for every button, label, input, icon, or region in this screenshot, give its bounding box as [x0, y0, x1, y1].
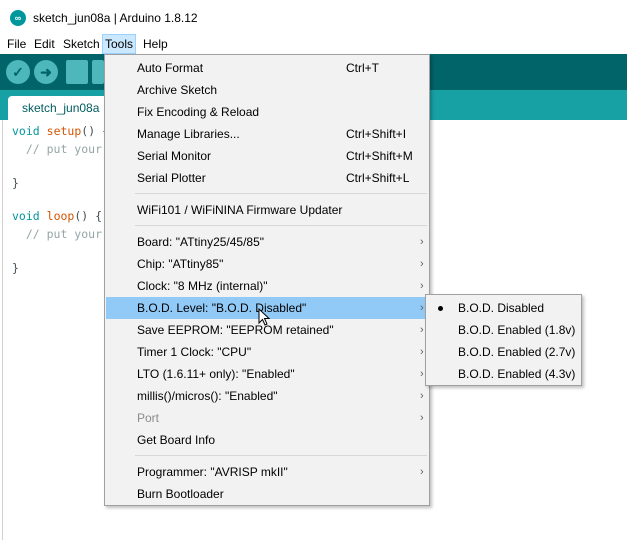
chevron-right-icon: ›: [420, 412, 424, 424]
menu-item-auto-format[interactable]: Auto Format Ctrl+T: [106, 57, 428, 79]
open-icon[interactable]: [92, 60, 104, 84]
menu-item-archive-sketch[interactable]: Archive Sketch: [106, 79, 428, 101]
new-icon[interactable]: [66, 60, 88, 84]
chevron-right-icon: ›: [420, 324, 424, 336]
menu-item-label: Serial Monitor: [137, 149, 212, 163]
code-keyword: void: [12, 209, 40, 223]
verify-icon[interactable]: ✓: [6, 60, 30, 84]
submenu-item-bod-1-8v[interactable]: B.O.D. Enabled (1.8v): [427, 319, 580, 341]
code-comment: // put your: [12, 142, 103, 156]
menu-item-shortcut: Ctrl+Shift+I: [346, 127, 407, 141]
code-function: setup: [46, 124, 82, 138]
menu-item-label: Timer 1 Clock: "CPU": [137, 345, 252, 359]
menu-item-programmer[interactable]: Programmer: "AVRISP mkII" ›: [106, 461, 428, 483]
menu-sketch[interactable]: Sketch: [61, 34, 102, 54]
menu-file[interactable]: File: [5, 34, 28, 54]
menu-item-label: Board: "ATtiny25/45/85": [137, 235, 265, 249]
submenu-item-bod-4-3v[interactable]: B.O.D. Enabled (4.3v): [427, 363, 580, 385]
chevron-right-icon: ›: [420, 390, 424, 402]
menu-item-burn-bootloader[interactable]: Burn Bootloader: [106, 483, 428, 505]
chevron-right-icon: ›: [420, 236, 424, 248]
menu-separator: [135, 193, 427, 194]
menu-item-shortcut: Ctrl+Shift+L: [346, 171, 410, 185]
upload-icon[interactable]: ➜: [34, 60, 58, 84]
submenu-item-label: B.O.D. Disabled: [458, 301, 545, 315]
mouse-cursor-icon: [258, 308, 271, 326]
menu-item-lto[interactable]: LTO (1.6.11+ only): "Enabled" ›: [106, 363, 428, 385]
submenu-item-label: B.O.D. Enabled (1.8v): [458, 323, 576, 337]
submenu-item-bod-disabled[interactable]: B.O.D. Disabled: [427, 297, 580, 319]
menu-item-label: LTO (1.6.11+ only): "Enabled": [137, 367, 295, 381]
menu-item-get-board-info[interactable]: Get Board Info: [106, 429, 428, 451]
menu-item-firmware-updater[interactable]: WiFi101 / WiFiNINA Firmware Updater: [106, 199, 428, 221]
menu-item-label: Archive Sketch: [137, 83, 218, 97]
code-function: loop: [46, 209, 75, 223]
code-comment: // put your: [12, 227, 103, 241]
menu-separator: [135, 225, 427, 226]
chevron-right-icon: ›: [420, 302, 424, 314]
arduino-logo-icon: ∞: [10, 10, 26, 26]
menu-item-label: Clock: "8 MHz (internal)": [137, 279, 268, 293]
menu-bar: File Edit Sketch Tools Help: [0, 34, 627, 54]
tab-sketch[interactable]: sketch_jun08a: [8, 96, 108, 120]
menu-item-label: millis()/micros(): "Enabled": [137, 389, 278, 403]
menu-item-label: Get Board Info: [137, 433, 216, 447]
window-title: sketch_jun08a | Arduino 1.8.12: [33, 11, 198, 25]
submenu-item-label: B.O.D. Enabled (4.3v): [458, 367, 576, 381]
menu-item-port: Port ›: [106, 407, 428, 429]
code-text: () {: [74, 209, 103, 223]
code-brace: }: [12, 176, 19, 190]
menu-item-millis-micros[interactable]: millis()/micros(): "Enabled" ›: [106, 385, 428, 407]
menu-edit[interactable]: Edit: [32, 34, 57, 54]
menu-item-label: Chip: "ATtiny85": [137, 257, 224, 271]
code-keyword: void: [12, 124, 40, 138]
menu-item-timer1-clock[interactable]: Timer 1 Clock: "CPU" ›: [106, 341, 428, 363]
menu-item-serial-plotter[interactable]: Serial Plotter Ctrl+Shift+L: [106, 167, 428, 189]
radio-bullet-icon: [438, 306, 443, 311]
menu-item-label: B.O.D. Level: "B.O.D. Disabled": [137, 301, 307, 315]
code-brace: }: [12, 261, 19, 275]
code-line-loop: void loop() {: [12, 209, 102, 223]
tools-menu: Auto Format Ctrl+T Archive Sketch Fix Enc…: [104, 54, 430, 506]
menu-item-label: Fix Encoding & Reload: [137, 105, 260, 119]
menu-item-fix-encoding[interactable]: Fix Encoding & Reload: [106, 101, 428, 123]
menu-item-label: Manage Libraries...: [137, 127, 240, 141]
menu-separator: [135, 455, 427, 456]
menu-item-label: Save EEPROM: "EEPROM retained": [137, 323, 334, 337]
chevron-right-icon: ›: [420, 280, 424, 292]
menu-item-label: WiFi101 / WiFiNINA Firmware Updater: [137, 203, 343, 217]
submenu-item-label: B.O.D. Enabled (2.7v): [458, 345, 576, 359]
code-line-setup: void setup() {: [12, 124, 109, 138]
menu-item-label: Burn Bootloader: [137, 487, 224, 501]
chevron-right-icon: ›: [420, 258, 424, 270]
menu-item-manage-libraries[interactable]: Manage Libraries... Ctrl+Shift+I: [106, 123, 428, 145]
chevron-right-icon: ›: [420, 368, 424, 380]
menu-item-chip[interactable]: Chip: "ATtiny85" ›: [106, 253, 428, 275]
menu-help[interactable]: Help: [141, 34, 170, 54]
menu-item-label: Port: [137, 411, 160, 425]
menu-item-label: Serial Plotter: [137, 171, 206, 185]
menu-item-shortcut: Ctrl+T: [346, 61, 379, 75]
menu-item-shortcut: Ctrl+Shift+M: [346, 149, 413, 163]
bod-submenu: B.O.D. Disabled B.O.D. Enabled (1.8v) B.…: [425, 294, 582, 386]
title-bar: ∞ sketch_jun08a | Arduino 1.8.12: [0, 0, 627, 34]
menu-tools[interactable]: Tools: [102, 34, 137, 54]
chevron-right-icon: ›: [420, 346, 424, 358]
menu-item-serial-monitor[interactable]: Serial Monitor Ctrl+Shift+M: [106, 145, 428, 167]
menu-item-label: Programmer: "AVRISP mkII": [137, 465, 288, 479]
chevron-right-icon: ›: [420, 466, 424, 478]
menu-item-label: Auto Format: [137, 61, 204, 75]
menu-item-clock[interactable]: Clock: "8 MHz (internal)" ›: [106, 275, 428, 297]
submenu-item-bod-2-7v[interactable]: B.O.D. Enabled (2.7v): [427, 341, 580, 363]
menu-item-board[interactable]: Board: "ATtiny25/45/85" ›: [106, 231, 428, 253]
